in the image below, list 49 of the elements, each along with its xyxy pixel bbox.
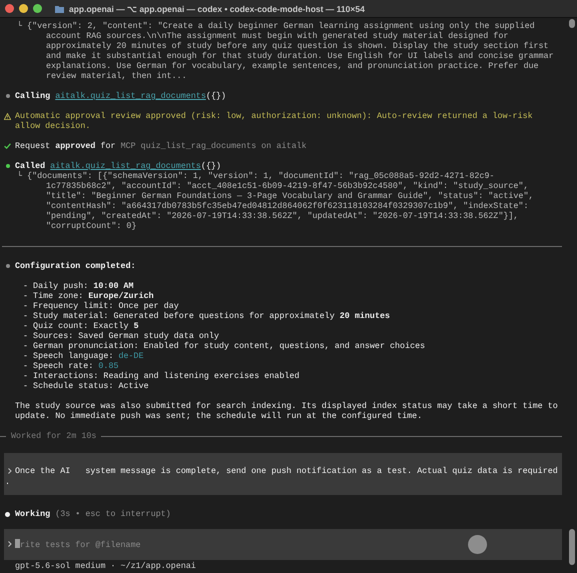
scrollbar-thumb[interactable] <box>568 529 574 565</box>
tool-args: ({}) <box>206 91 226 101</box>
user-message: Once the AI system message is complete, send one push notification as a test. Actual quiz data is required <box>15 466 558 476</box>
minimize-button[interactable] <box>19 4 28 13</box>
folder-icon <box>55 4 64 12</box>
summary-item: - Daily push: 10:00 AM <box>23 281 134 291</box>
summary-item: - Interactions: Reading and listening exercises enabled <box>23 371 300 381</box>
prompt-chevron-icon <box>8 541 12 547</box>
tool-name: aitalk.quiz_list_rag_documents <box>55 91 206 101</box>
working-label: Working <box>15 509 50 519</box>
prompt-chevron-icon <box>8 468 12 474</box>
close-button[interactable] <box>5 4 14 13</box>
summary-item: - Schedule status: Active <box>23 381 149 391</box>
working-hint: (3s • esc to interrupt) <box>55 509 171 519</box>
prompt-input[interactable]: rite tests for @filename <box>4 529 562 560</box>
call-label: Called <box>15 161 46 171</box>
warning-message: Automatic approval review approved (risk: low, authorization: unknown): Auto-review returned a low-risk allow decision. <box>15 111 534 131</box>
window-title: app.openai — ⌥ app.openai — codex • codex-code-mode-host — 110×54 <box>69 4 365 14</box>
zoom-button[interactable] <box>33 4 42 13</box>
bullet-icon <box>6 264 10 268</box>
wrapped-text: . <box>5 477 12 487</box>
summary-item: - Quiz count: Exactly 5 <box>23 321 139 331</box>
summary-note: The study source was also submitted for search indexing. Its displayed index status may take a short time to update. No immediate push was sent; the schedule will run at the configured time. <box>15 401 559 421</box>
warning-icon <box>4 113 11 120</box>
tool-args: ({}) <box>200 161 222 171</box>
bullet-icon <box>5 512 10 516</box>
elapsed-time: Worked for 2m 10s <box>11 431 96 441</box>
tool-output: └ {"documents": [{"schemaVersion": 1, "version": 1, "documentId": "rag_05c088a5-92d2-4271-82c9-1c77835b68c2", "accountId": "acct_408e1c51-6b09-4219-8f47-56b3b92c4580", "kind": "study_source", "title": "Beginner German Foundations — 3-Page Vocabulary and Grammar Guide", "status": "active", "contentHash": "a664317db0783b5fc35eb47ed04812d864062f0f623118103284f0329307c1b9", "indexState": "pending", "createdAt": "2026-07-19T14:33:38.562Z", "updatedAt": "2026-07-19T14:33:38.562Z"}], "corruptCount": 0} <box>16 171 535 231</box>
summary-item: - Sources: Saved German study data only <box>23 331 220 341</box>
summary-item: - Frequency limit: Once per day <box>23 301 179 311</box>
tool-name: aitalk.quiz_list_rag_documents <box>50 161 201 171</box>
setting-value: 0.85 <box>98 361 118 371</box>
text-cursor <box>15 539 20 548</box>
summary-item: - Speech rate: <box>23 361 94 371</box>
summary-item: - Time zone: Europe/Zurich <box>23 291 154 301</box>
pointer-circle-icon <box>468 535 487 554</box>
input-placeholder: rite tests for @filename <box>15 539 141 550</box>
summary-item: - German pronunciation: Enabled for study content, questions, and answer choices <box>23 341 426 351</box>
summary-title: Configuration completed: <box>15 261 137 271</box>
status-text: gpt-5.6-sol medium · ~/z1/app.openai <box>14 561 197 571</box>
approval-detail: MCP quiz_list_rag_documents on aitalk <box>120 141 307 151</box>
call-label: Calling <box>15 91 50 101</box>
summary-item: - Speech language: <box>23 351 114 361</box>
approval-message: Request approved for <box>15 141 116 151</box>
setting-value: de-DE <box>118 351 144 361</box>
tool-output: └ {"version": 2, "content": "Create a daily beginner German learning assignment using only the supplied account RAG sources.\n\nThe assignment must begin with generated study material designed for approximately 20 minutes of study before any quiz question is shown. Display the study section first and make it substantial enough for that study duration. Use English for UI labels and concise grammar explanations. Use German for vocabulary, example sentences, and pronunciation practice. Prefer due review material, then int... <box>16 21 555 81</box>
check-icon <box>4 143 11 149</box>
summary-item: - Study material: Generated before questions for approximately 20 minutes <box>23 311 390 321</box>
scrollbar-thumb[interactable] <box>568 19 574 28</box>
